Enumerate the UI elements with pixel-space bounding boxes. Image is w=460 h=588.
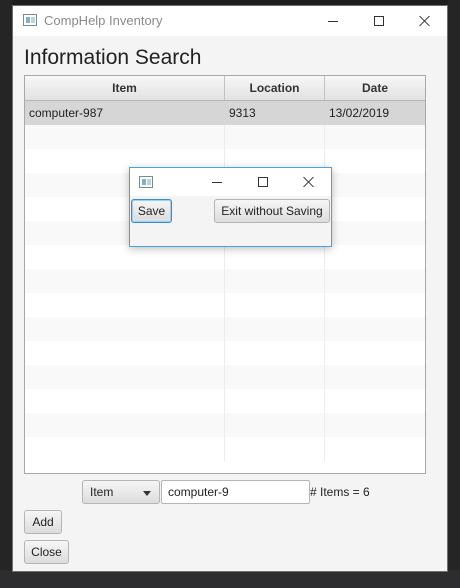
maximize-icon xyxy=(374,16,384,26)
exit-without-saving-button[interactable]: Exit without Saving xyxy=(214,199,330,223)
minimize-button[interactable] xyxy=(310,6,356,36)
empty-row xyxy=(25,389,425,413)
empty-cell xyxy=(225,365,325,389)
save-dialog: Save Exit without Saving xyxy=(129,167,332,247)
background-editor-right xyxy=(448,0,460,588)
empty-cell xyxy=(325,293,425,317)
page-title: Information Search xyxy=(24,46,202,69)
dialog-app-icon xyxy=(139,176,153,188)
empty-cell xyxy=(325,413,425,437)
background-editor-left xyxy=(0,0,12,588)
dialog-close-button[interactable] xyxy=(286,168,332,196)
empty-cell xyxy=(25,365,225,389)
empty-cell xyxy=(225,125,325,149)
empty-cell xyxy=(25,269,225,293)
empty-row xyxy=(25,245,425,269)
search-field-select[interactable]: Item xyxy=(82,480,160,504)
cell-date: 13/02/2019 xyxy=(329,106,390,120)
empty-cell xyxy=(225,437,325,461)
close-window-button[interactable] xyxy=(402,6,448,36)
maximize-icon xyxy=(258,177,268,187)
empty-row xyxy=(25,317,425,341)
empty-cell xyxy=(25,389,225,413)
empty-cell xyxy=(225,269,325,293)
main-window: CompHelp Inventory Information Search It… xyxy=(12,5,448,572)
empty-cell xyxy=(225,341,325,365)
empty-cell xyxy=(225,317,325,341)
empty-cell xyxy=(325,389,425,413)
empty-row xyxy=(25,269,425,293)
search-field-value: Item xyxy=(90,485,114,499)
close-icon xyxy=(303,176,315,188)
empty-row xyxy=(25,437,425,461)
cell-item: computer-987 xyxy=(25,101,225,125)
column-header-date[interactable]: Date xyxy=(325,76,425,100)
window-title: CompHelp Inventory xyxy=(44,13,163,28)
save-button[interactable]: Save xyxy=(131,199,172,223)
item-count: # Items = 6 xyxy=(310,485,370,499)
empty-row xyxy=(25,413,425,437)
empty-cell xyxy=(325,197,425,221)
empty-cell xyxy=(325,341,425,365)
empty-cell xyxy=(25,245,225,269)
table-row[interactable]: computer-987 9313 13/02/2019 xyxy=(25,101,425,125)
table-body: computer-987 9313 13/02/2019 xyxy=(25,101,425,461)
inventory-table[interactable]: Item Location Date computer-987 9313 13/… xyxy=(24,75,426,474)
background-status-strip xyxy=(0,570,460,588)
dialog-minimize-button[interactable] xyxy=(194,168,240,196)
close-icon xyxy=(419,15,431,27)
chevron-down-icon xyxy=(143,491,151,496)
empty-row xyxy=(25,293,425,317)
empty-cell xyxy=(225,413,325,437)
empty-cell xyxy=(325,437,425,461)
title-bar[interactable]: CompHelp Inventory xyxy=(13,6,447,36)
empty-cell xyxy=(25,413,225,437)
cell-location: 9313 xyxy=(225,101,325,125)
empty-row xyxy=(25,365,425,389)
empty-cell xyxy=(25,437,225,461)
close-button[interactable]: Close xyxy=(24,540,69,564)
empty-cell xyxy=(225,293,325,317)
column-header-item[interactable]: Item xyxy=(25,76,225,100)
empty-cell xyxy=(225,245,325,269)
empty-cell xyxy=(325,245,425,269)
empty-cell xyxy=(325,269,425,293)
empty-cell xyxy=(325,221,425,245)
add-button[interactable]: Add xyxy=(24,510,62,534)
empty-cell xyxy=(325,125,425,149)
empty-cell xyxy=(25,341,225,365)
empty-cell xyxy=(325,173,425,197)
empty-cell xyxy=(25,293,225,317)
empty-row xyxy=(25,341,425,365)
empty-row xyxy=(25,125,425,149)
empty-cell xyxy=(25,317,225,341)
maximize-button[interactable] xyxy=(356,6,402,36)
dialog-title-bar[interactable] xyxy=(130,168,331,196)
empty-cell xyxy=(325,317,425,341)
app-icon xyxy=(23,14,37,26)
empty-cell xyxy=(225,389,325,413)
empty-cell xyxy=(325,149,425,173)
table-header: Item Location Date xyxy=(25,76,425,101)
minimize-icon xyxy=(212,181,222,183)
dialog-maximize-button[interactable] xyxy=(240,168,286,196)
empty-cell xyxy=(325,365,425,389)
column-header-location[interactable]: Location xyxy=(225,76,325,100)
search-input[interactable] xyxy=(161,480,310,504)
minimize-icon xyxy=(328,20,338,22)
empty-cell xyxy=(25,125,225,149)
